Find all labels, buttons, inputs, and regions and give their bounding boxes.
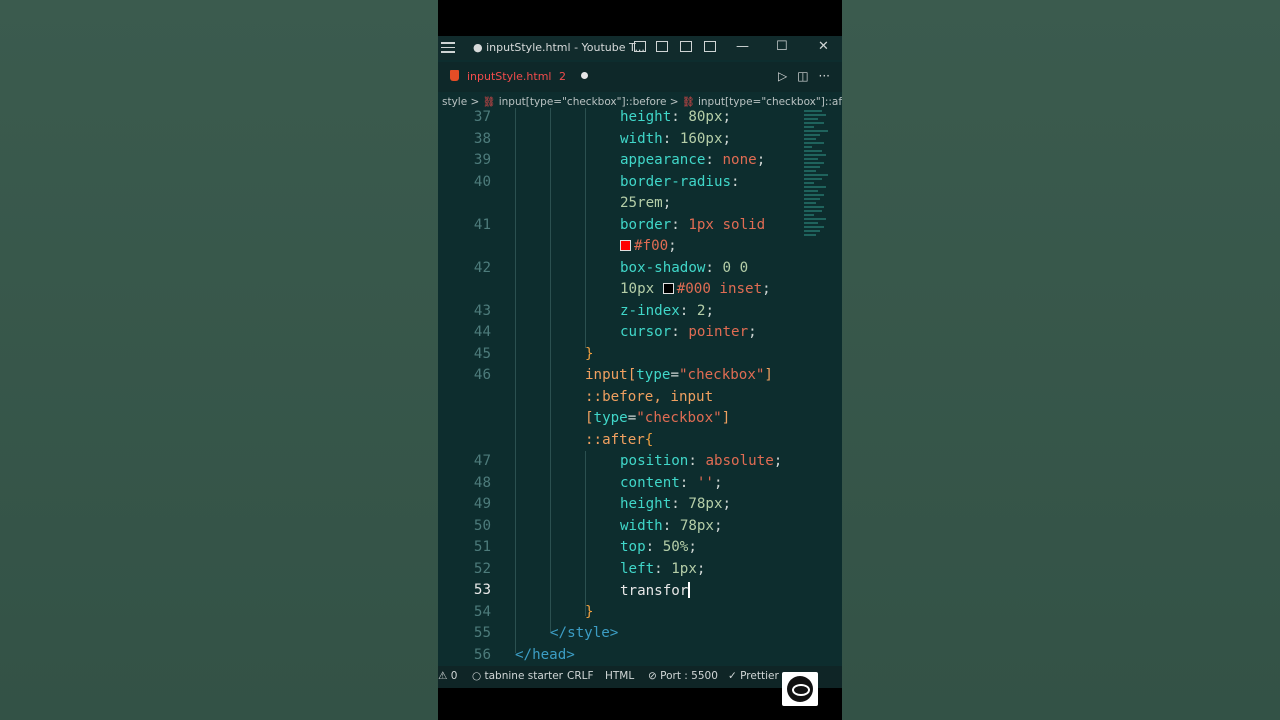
line-number: 47 <box>473 453 491 469</box>
more-actions-icon[interactable]: ··· <box>819 69 830 83</box>
code-line-53-current[interactable]: transfor <box>620 582 690 599</box>
indent-guide <box>515 108 516 653</box>
tab-bar: inputStyle.html 2 ▷◫··· <box>438 62 842 92</box>
code-line-40: border-radius: <box>620 174 740 190</box>
code-line-54: } <box>585 604 594 620</box>
line-number: 38 <box>473 131 491 147</box>
code-line-48: content: ''; <box>620 475 723 491</box>
line-number: 37 <box>473 109 491 125</box>
line-number: 44 <box>473 324 491 340</box>
text-cursor <box>688 582 690 598</box>
line-number: 39 <box>473 152 491 168</box>
code-line-46-wrap2: [type="checkbox"] <box>585 410 731 426</box>
code-line-52: left: 1px; <box>620 561 706 577</box>
editor-actions: ▷◫··· <box>778 69 830 83</box>
unsaved-dot-icon[interactable] <box>581 72 589 79</box>
code-line-39: appearance: none; <box>620 152 766 168</box>
code-line-44: cursor: pointer; <box>620 324 757 340</box>
code-line-51: top: 50%; <box>620 539 697 555</box>
code-line-38: width: 160px; <box>620 131 732 147</box>
tab-label: inputStyle.html <box>467 70 552 83</box>
background-right <box>842 0 1280 720</box>
line-number: 56 <box>473 647 491 663</box>
line-number: 55 <box>473 625 491 641</box>
run-icon[interactable]: ▷ <box>778 69 797 83</box>
phone-frame: ● inputStyle.html - Youtube T... — ☐ ✕ i… <box>438 0 842 720</box>
line-number: 51 <box>473 539 491 555</box>
window-title: ● inputStyle.html - Youtube T... <box>473 41 645 54</box>
tab-inputstyle[interactable]: inputStyle.html 2 <box>450 70 589 83</box>
code-line-46: input[type="checkbox"] <box>585 367 773 383</box>
customize-layout-icon[interactable] <box>704 41 716 52</box>
line-number: 48 <box>473 475 491 491</box>
maximize-button[interactable]: ☐ <box>776 39 788 54</box>
language-indicator[interactable]: HTML <box>605 670 634 682</box>
breadcrumb: style > ⛓ input[type="checkbox"]::before… <box>442 96 842 108</box>
code-line-41-wrap: #f00; <box>620 238 677 254</box>
title-bar: ● inputStyle.html - Youtube T... — ☐ ✕ <box>438 36 842 60</box>
problems-indicator[interactable]: ⚠ 0 <box>438 670 457 682</box>
minimap[interactable] <box>804 110 832 270</box>
tab-problem-count: 2 <box>558 70 566 83</box>
code-line-50: width: 78px; <box>620 518 723 534</box>
indent-guide <box>585 108 586 348</box>
line-number: 52 <box>473 561 491 577</box>
line-number: 54 <box>473 604 491 620</box>
line-number: 42 <box>473 260 491 276</box>
line-number: 49 <box>473 496 491 512</box>
breadcrumb-after[interactable]: input[type="checkbox"]::after <box>698 96 842 108</box>
toggle-secondary-sidebar-icon[interactable] <box>680 41 692 52</box>
symbol-icon: ⛓ <box>681 97 695 108</box>
prettier-status[interactable]: ✓ Prettier <box>728 670 779 682</box>
line-number: 40 <box>473 174 491 190</box>
html5-icon <box>450 70 459 81</box>
color-swatch-black[interactable] <box>662 283 674 294</box>
line-number: 50 <box>473 518 491 534</box>
code-line-55: </style> <box>550 625 619 641</box>
breadcrumb-before[interactable]: input[type="checkbox"]::before <box>499 96 667 108</box>
toggle-panel-icon[interactable] <box>656 41 668 52</box>
code-line-43: z-index: 2; <box>620 303 714 319</box>
line-number: 41 <box>473 217 491 233</box>
code-line-56: </head> <box>515 647 575 663</box>
channel-logo <box>782 672 818 706</box>
code-line-45: } <box>585 346 594 362</box>
line-number: 43 <box>473 303 491 319</box>
indent-guide <box>585 451 586 616</box>
color-swatch-red[interactable] <box>620 240 631 251</box>
code-line-47: position: absolute; <box>620 453 783 469</box>
code-line-41: border: 1px solid <box>620 217 766 233</box>
code-line-42-wrap: 10px #000 inset; <box>620 281 771 297</box>
indent-guide <box>550 108 551 633</box>
code-editor[interactable]: 37 38 39 40 41 42 43 44 45 46 47 48 49 5… <box>438 108 842 668</box>
code-line-49: height: 78px; <box>620 496 732 512</box>
toggle-sidebar-icon[interactable] <box>634 41 646 52</box>
code-line-42: box-shadow: 0 0 <box>620 260 749 276</box>
line-number: 46 <box>473 367 491 383</box>
code-line-46-wrap1: ::before, input <box>585 389 714 405</box>
tabnine-status[interactable]: ○ tabnine starter <box>472 670 563 682</box>
close-button[interactable]: ✕ <box>818 39 829 54</box>
live-server-port[interactable]: ⊘ Port : 5500 <box>648 670 718 682</box>
code-line-40-wrap: 25rem; <box>620 195 672 211</box>
breadcrumb-style[interactable]: style <box>442 96 467 108</box>
split-editor-icon[interactable]: ◫ <box>797 69 818 83</box>
hamburger-menu-icon[interactable] <box>441 42 455 53</box>
code-line-37: height: 80px; <box>620 109 732 125</box>
eol-indicator[interactable]: CRLF <box>567 670 594 682</box>
line-number-current: 53 <box>473 582 491 598</box>
minimize-button[interactable]: — <box>736 39 749 54</box>
background-left <box>0 0 438 720</box>
symbol-icon: ⛓ <box>482 97 496 108</box>
line-number: 45 <box>473 346 491 362</box>
code-line-46-wrap3: ::after{ <box>585 432 654 448</box>
